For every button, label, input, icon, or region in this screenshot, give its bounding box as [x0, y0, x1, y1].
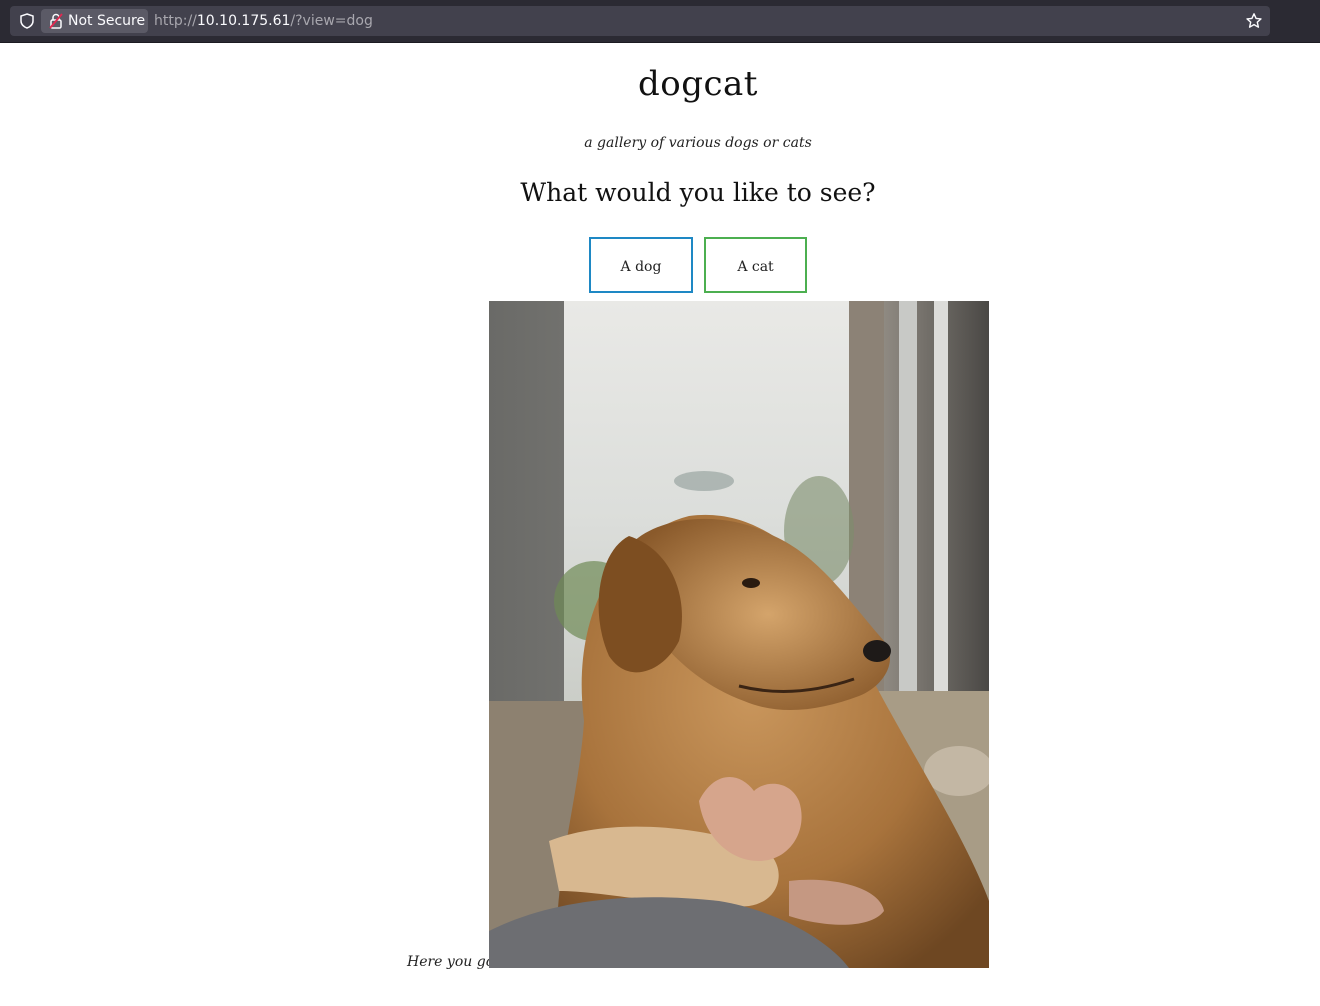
address-bar[interactable]: Not Secure http://10.10.175.61/?view=dog [10, 6, 1270, 36]
page-title: dogcat [638, 64, 758, 104]
insecure-lock-icon [49, 13, 63, 29]
not-secure-badge[interactable]: Not Secure [41, 9, 148, 33]
dog-image [489, 301, 989, 968]
question-heading: What would you like to see? [520, 178, 876, 207]
url-host: 10.10.175.61 [196, 13, 291, 29]
browser-toolbar: Not Secure http://10.10.175.61/?view=dog [0, 0, 1320, 43]
bookmark-star-icon[interactable] [1245, 12, 1263, 30]
cat-button[interactable]: A cat [704, 237, 807, 293]
caption-text: Here you go! [407, 954, 500, 970]
url-text[interactable]: http://10.10.175.61/?view=dog [154, 13, 373, 29]
page-subtitle: a gallery of various dogs or cats [584, 135, 812, 151]
shield-icon[interactable] [19, 13, 35, 29]
not-secure-label: Not Secure [68, 13, 146, 29]
url-scheme: http:// [154, 13, 197, 29]
dog-button[interactable]: A dog [589, 237, 693, 293]
url-path: /?view=dog [290, 13, 373, 29]
